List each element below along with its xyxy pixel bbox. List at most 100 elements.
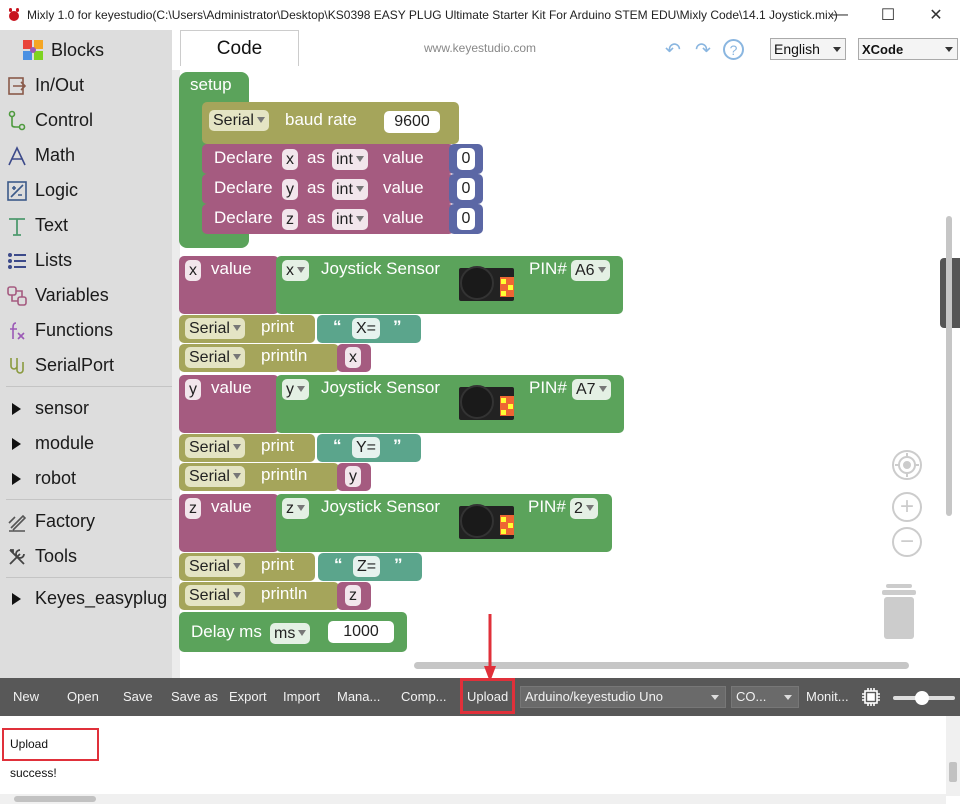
maximize-button[interactable]: ☐ bbox=[864, 0, 912, 30]
pin-label: PIN# bbox=[529, 259, 567, 278]
axis-dropdown[interactable]: x bbox=[282, 260, 309, 281]
export-button[interactable]: Export bbox=[229, 678, 267, 716]
serial-dropdown[interactable]: Serial bbox=[185, 347, 245, 368]
sidebar-group-keyes-easyplug[interactable]: Keyes_easyplug bbox=[0, 581, 172, 616]
var-y-field[interactable]: y bbox=[282, 179, 298, 200]
close-button[interactable]: ✕ bbox=[912, 0, 960, 30]
delay-unit-dropdown[interactable]: ms bbox=[270, 623, 311, 644]
sidebar-item-factory[interactable]: Factory bbox=[0, 504, 172, 539]
undo-icon[interactable]: ↶ bbox=[662, 39, 684, 61]
assign-var-field[interactable]: x bbox=[185, 260, 201, 281]
print-label: print bbox=[261, 436, 295, 455]
recenter-icon[interactable] bbox=[892, 450, 922, 480]
sidebar-header-blocks[interactable]: Blocks bbox=[0, 32, 172, 68]
serial-dropdown[interactable]: Serial bbox=[185, 585, 245, 606]
pin-dropdown[interactable]: 2 bbox=[570, 498, 598, 519]
sidebar-divider bbox=[6, 577, 172, 578]
assign-var-field[interactable]: y bbox=[185, 379, 201, 400]
console-vertical-scrollbar[interactable] bbox=[946, 716, 960, 796]
port-select[interactable]: CO... bbox=[731, 686, 799, 708]
quote-close-icon: ” bbox=[393, 317, 402, 336]
sidebar-item-tools[interactable]: Tools bbox=[0, 539, 172, 574]
theme-select[interactable]: XCode bbox=[858, 38, 958, 60]
sidebar-item-serialport[interactable]: SerialPort bbox=[0, 348, 172, 383]
declare-value[interactable]: 0 bbox=[457, 208, 475, 230]
zoom-in-icon[interactable]: + bbox=[892, 492, 922, 522]
type-dropdown[interactable]: int bbox=[332, 179, 368, 200]
board-select[interactable]: Arduino/keyestudio Uno bbox=[520, 686, 726, 708]
quote-open-icon: “ bbox=[333, 317, 342, 336]
sidebar-group-sensor[interactable]: sensor bbox=[0, 391, 172, 426]
zoom-slider[interactable] bbox=[893, 691, 955, 705]
chevron-down-icon bbox=[833, 47, 841, 52]
sidebar-divider bbox=[6, 386, 172, 387]
type-dropdown[interactable]: int bbox=[332, 209, 368, 230]
axis-dropdown[interactable]: z bbox=[282, 498, 309, 519]
serial-dropdown[interactable]: Serial bbox=[185, 318, 245, 339]
chevron-down-icon bbox=[945, 47, 953, 52]
println-label: println bbox=[261, 584, 308, 603]
serial-dropdown[interactable]: Serial bbox=[185, 466, 245, 487]
quote-close-icon: ” bbox=[394, 555, 403, 574]
text-value[interactable]: Y= bbox=[352, 437, 381, 458]
open-button[interactable]: Open bbox=[67, 678, 99, 716]
var-x-field[interactable]: x bbox=[282, 149, 298, 170]
tools-icon bbox=[4, 544, 30, 570]
board-value: Arduino/keyestudio Uno bbox=[525, 689, 664, 704]
value-label: value bbox=[383, 208, 424, 227]
sidebar-item-math[interactable]: Math bbox=[0, 138, 172, 173]
new-button[interactable]: New bbox=[13, 678, 39, 716]
sidebar-item-logic[interactable]: Logic bbox=[0, 173, 172, 208]
baud-rate-value[interactable]: 9600 bbox=[384, 111, 440, 133]
declare-value[interactable]: 0 bbox=[457, 178, 475, 200]
trash-icon[interactable] bbox=[880, 584, 918, 640]
sidebar-item-text[interactable]: Text bbox=[0, 208, 172, 243]
redo-icon[interactable]: ↷ bbox=[692, 39, 714, 61]
zoom-out-icon[interactable]: − bbox=[892, 527, 922, 557]
axis-dropdown[interactable]: y bbox=[282, 379, 309, 400]
import-button[interactable]: Import bbox=[283, 678, 320, 716]
sidebar-item-in-out[interactable]: In/Out bbox=[0, 68, 172, 103]
type-dropdown[interactable]: int bbox=[332, 149, 368, 170]
monitor-button[interactable]: Monit... bbox=[806, 678, 849, 716]
sidebar-item-functions[interactable]: Functions bbox=[0, 313, 172, 348]
site-link[interactable]: www.keyestudio.com bbox=[424, 41, 536, 55]
serial-dropdown[interactable]: Serial bbox=[185, 437, 245, 458]
tab-code[interactable]: Code bbox=[180, 30, 299, 66]
value-label: value bbox=[211, 378, 252, 397]
println-var-field[interactable]: y bbox=[345, 466, 361, 487]
println-var-field[interactable]: x bbox=[345, 347, 361, 368]
save-as-button[interactable]: Save as bbox=[171, 678, 218, 716]
declare-value[interactable]: 0 bbox=[457, 148, 475, 170]
manage-button[interactable]: Mana... bbox=[337, 678, 380, 716]
expand-arrow-icon bbox=[12, 402, 21, 415]
sidebar-group-module[interactable]: module bbox=[0, 426, 172, 461]
minimize-button[interactable]: — bbox=[816, 0, 864, 30]
help-icon[interactable]: ? bbox=[723, 39, 744, 60]
pin-dropdown[interactable]: A6 bbox=[571, 260, 610, 281]
sidebar-item-control[interactable]: Control bbox=[0, 103, 172, 138]
slider-thumb[interactable] bbox=[915, 691, 929, 705]
sidebar-group-robot[interactable]: robot bbox=[0, 461, 172, 496]
joystick-module-image bbox=[459, 265, 514, 303]
compile-button[interactable]: Comp... bbox=[401, 678, 447, 716]
block-category-sidebar: Blocks In/Out Control Math Logic Text Li… bbox=[0, 30, 172, 678]
blocks-workspace[interactable]: setup Serial baud rate 9600 Declare x as… bbox=[172, 70, 960, 678]
console-horizontal-scrollbar[interactable] bbox=[0, 794, 946, 804]
serial-dropdown[interactable]: Serial bbox=[185, 556, 245, 577]
var-z-field[interactable]: z bbox=[282, 209, 298, 230]
language-select[interactable]: English bbox=[770, 38, 846, 60]
sidebar-item-lists[interactable]: Lists bbox=[0, 243, 172, 278]
chip-icon[interactable] bbox=[861, 687, 881, 707]
println-var-field[interactable]: z bbox=[345, 585, 361, 606]
text-value[interactable]: X= bbox=[352, 318, 381, 339]
assign-var-field[interactable]: z bbox=[185, 498, 201, 519]
save-button[interactable]: Save bbox=[123, 678, 153, 716]
variables-icon bbox=[4, 283, 30, 309]
serial-dropdown[interactable]: Serial bbox=[209, 110, 269, 131]
sidebar-item-variables[interactable]: Variables bbox=[0, 278, 172, 313]
text-value[interactable]: Z= bbox=[353, 556, 381, 577]
delay-value[interactable]: 1000 bbox=[328, 621, 394, 643]
workspace-vertical-scrollbar[interactable] bbox=[946, 216, 952, 516]
pin-dropdown[interactable]: A7 bbox=[572, 379, 611, 400]
